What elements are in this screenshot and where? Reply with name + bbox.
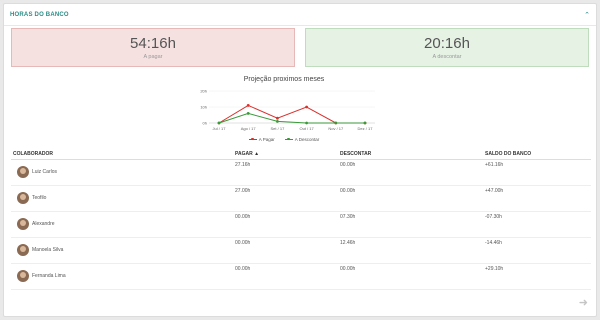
pay-cell: 00.00h [233, 237, 338, 264]
series-line-0 [218, 104, 365, 124]
chart-legend: A Pagar A Descontar [189, 137, 379, 142]
table-row[interactable]: Luiz Carlos 27.16h 00.00h +61.16h [11, 159, 591, 186]
discount-cell: 12.46h [338, 237, 483, 264]
legend-swatch-discount [284, 137, 293, 141]
panel-title: HORAS DO BANCO [10, 11, 69, 18]
col-header-pay[interactable]: PAGAR ▲ [233, 150, 338, 160]
employee-cell: Manoela Silva [11, 237, 233, 264]
employee: Luiz Carlos [13, 166, 231, 178]
col-header-discount[interactable]: DESCONTAR [338, 150, 483, 160]
legend-item-pay[interactable]: A Pagar [248, 137, 275, 142]
pay-cell: 27.16h [233, 159, 338, 186]
x-tick-label: Dez / 17 [358, 126, 374, 131]
data-point [363, 121, 367, 125]
to-pay-label: A pagar [143, 54, 163, 60]
data-point [276, 116, 279, 120]
table-row[interactable]: Alexandre 00.00h 07.30h -07.30h [11, 211, 591, 238]
projection-chart: Projeção proximos meses 0h 10h 20h Jul / 17… [189, 76, 379, 146]
data-point [305, 105, 308, 109]
avatar [17, 218, 29, 230]
discount-cell: 00.00h [338, 159, 483, 186]
data-point [334, 121, 338, 125]
employee: Teofilo [13, 192, 231, 204]
data-point [246, 112, 250, 115]
table-body: Luiz Carlos 27.16h 00.00h +61.16h Teofilo 27.… [11, 159, 591, 290]
arrow-up-icon: ▲ [254, 151, 260, 158]
employee: Fernanda Lima [13, 270, 231, 282]
x-tick-label: Set / 17 [271, 126, 286, 131]
legend-label-pay: A Pagar [258, 137, 275, 142]
balance-cell: +47.00h [483, 185, 591, 212]
employee-name: Teofilo [32, 195, 47, 201]
data-point [276, 120, 279, 123]
table-header-row: COLABORADOR PAGAR ▲ DESCONTAR SALDO DO B… [11, 150, 591, 160]
to-pay-card: 54:16h A pagar [11, 28, 295, 67]
legend-swatch-pay [248, 137, 257, 141]
y-tick-label: 20h [200, 89, 207, 94]
y-tick-label: 10h [200, 105, 207, 110]
data-point [246, 104, 250, 107]
table-row[interactable]: Manoela Silva 00.00h 12.46h -14.46h [11, 237, 591, 264]
col-header-employee[interactable]: COLABORADOR [11, 150, 233, 160]
employee-cell: Luiz Carlos [11, 159, 233, 186]
to-discount-card: 20:16h A descontar [305, 28, 589, 67]
to-discount-value: 20:16h [424, 35, 470, 52]
data-point [305, 121, 308, 125]
balance-cell: +29.10h [483, 263, 591, 290]
employee-name: Manoela Silva [32, 247, 64, 253]
col-header-pay-label: PAGAR [235, 151, 253, 158]
pay-cell: 27.00h [233, 185, 338, 212]
summary-cards: 54:16h A pagar 20:16h A descontar [11, 28, 589, 67]
pay-cell: 00.00h [233, 263, 338, 290]
x-tick-label: Out / 17 [299, 126, 314, 131]
discount-cell: 00.00h [338, 185, 483, 212]
y-tick-label: 0h [203, 121, 207, 126]
discount-cell: 00.00h [338, 263, 483, 290]
employee-cell: Teofilo [11, 185, 233, 212]
legend-label-discount: A Descontar [294, 137, 320, 142]
x-tick-label: Jul / 17 [213, 126, 227, 131]
data-point [217, 121, 221, 125]
employee-cell: Fernanda Lima [11, 263, 233, 290]
avatar [17, 166, 29, 178]
panel-header: HORAS DO BANCO ⌃ [4, 4, 596, 26]
balance-cell: +61.16h [483, 159, 591, 186]
employees-table: COLABORADOR PAGAR ▲ DESCONTAR SALDO DO B… [11, 150, 591, 290]
x-tick-label: Nov / 17 [328, 126, 344, 131]
to-discount-label: A descontar [432, 54, 462, 60]
employee-name: Luiz Carlos [32, 169, 58, 175]
arrow-right-icon[interactable]: ➜ [579, 296, 588, 309]
employee-cell: Alexandre [11, 211, 233, 238]
balance-cell: -14.46h [483, 237, 591, 264]
balance-cell: -07.30h [483, 211, 591, 238]
to-pay-value: 54:16h [130, 35, 176, 52]
discount-cell: 07.30h [338, 211, 483, 238]
chevron-up-icon[interactable]: ⌃ [584, 11, 590, 19]
bank-hours-panel: HORAS DO BANCO ⌃ 54:16h A pagar 20:16h A… [3, 3, 597, 317]
x-tick-label: Ago / 17 [241, 126, 257, 131]
table-row[interactable]: Teofilo 27.00h 00.00h +47.00h [11, 185, 591, 212]
employee-name: Alexandre [32, 221, 55, 227]
avatar [17, 192, 29, 204]
avatar [17, 270, 29, 282]
series-line-1 [218, 112, 365, 124]
col-header-balance[interactable]: SALDO DO BANCO [483, 150, 591, 160]
pay-cell: 00.00h [233, 211, 338, 238]
chart-title: Projeção proximos meses [243, 76, 325, 83]
chart-svg: 0h 10h 20h Jul / 17 Ago / 17 Set / 17 Out / 17… [200, 89, 375, 131]
employee-name: Fernanda Lima [32, 273, 66, 279]
legend-item-discount[interactable]: A Descontar [284, 137, 320, 142]
employee: Alexandre [13, 218, 231, 230]
employee: Manoela Silva [13, 244, 231, 256]
avatar [17, 244, 29, 256]
table-row[interactable]: Fernanda Lima 00.00h 00.00h +29.10h [11, 263, 591, 290]
